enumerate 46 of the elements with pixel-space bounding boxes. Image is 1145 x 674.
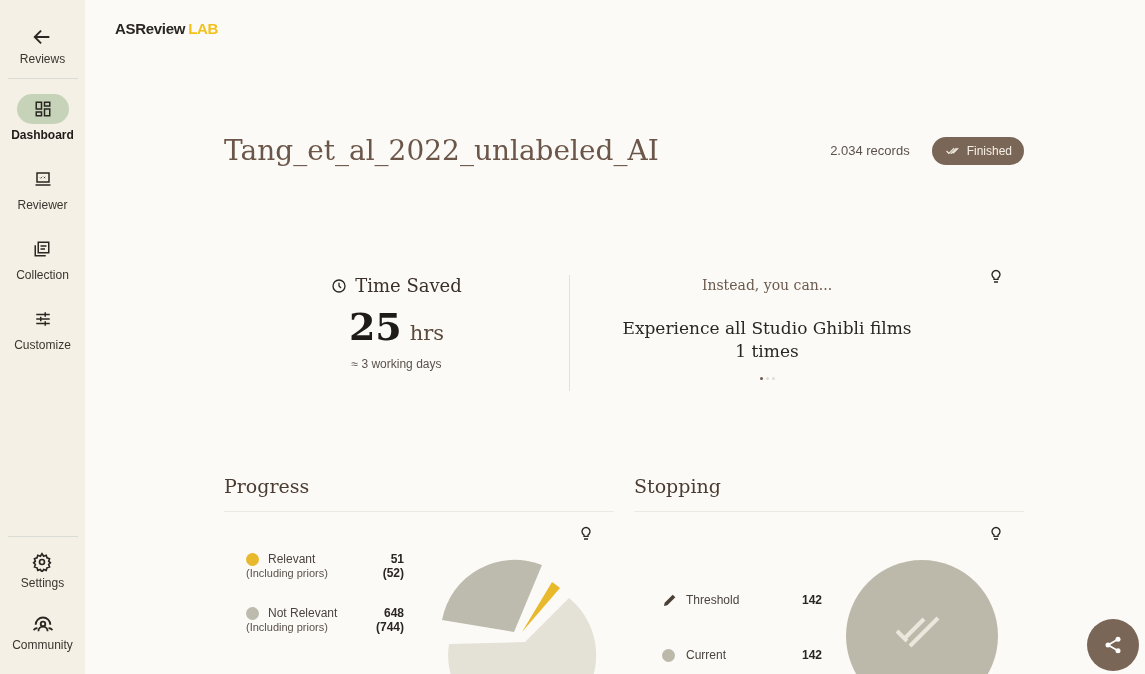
progress-title: Progress: [224, 475, 311, 497]
suggestion-text: Experience all Studio Ghibli films 1 times: [621, 317, 913, 363]
legend-dot: [662, 648, 675, 662]
stopping-title: Stopping: [634, 475, 722, 497]
hours-unit: hrs: [409, 321, 445, 345]
legend-value: 648: [383, 606, 404, 620]
legend-sub-value: (52): [382, 566, 404, 580]
pencil-icon[interactable]: [662, 592, 678, 608]
lightbulb-icon[interactable]: [988, 267, 1004, 285]
carousel-dot[interactable]: [765, 376, 769, 380]
lightbulb-icon[interactable]: [578, 524, 594, 542]
carousel-dot[interactable]: [771, 376, 775, 380]
nav-item[interactable]: Customize: [14, 304, 71, 352]
stopping-label: Threshold: [686, 593, 741, 607]
legend-label: Not Relevant: [268, 606, 339, 620]
laptop-icon: [33, 170, 52, 188]
nav-item[interactable]: Collection: [16, 234, 69, 282]
project-title: Tang_et_al_2022_unlabeled_AI: [224, 134, 660, 167]
nav-item[interactable]: Community: [12, 612, 73, 652]
nav-item[interactable]: Reviewer: [16, 164, 69, 212]
sliders-icon: [33, 310, 52, 328]
legend-value: 51: [390, 552, 404, 566]
suggestion-heading: Instead, you can...: [701, 277, 833, 293]
carousel-dot[interactable]: [759, 376, 763, 380]
legend-note: (Including priors): [246, 621, 329, 633]
stopping-value: 142: [801, 648, 822, 662]
share-icon: [1103, 635, 1123, 655]
stopping-value: 142: [801, 593, 822, 607]
settings-icon: [32, 552, 53, 572]
hours-value: 25: [348, 304, 402, 349]
record-count: 2.034 records: [830, 143, 910, 158]
dashboard-icon: [33, 100, 52, 118]
working-days-note: ≈ 3 working days: [351, 357, 442, 371]
share-button[interactable]: [1087, 619, 1139, 671]
stopping-label: Current: [686, 648, 727, 662]
reviews-nav-item[interactable]: Reviews: [19, 26, 66, 66]
legend-sub-value: (744): [376, 620, 404, 634]
logo: ASReview LAB: [115, 20, 219, 37]
lightbulb-icon[interactable]: [988, 524, 1004, 542]
nav-item[interactable]: Settings: [20, 552, 65, 590]
time-saved-title: Time Saved: [331, 275, 462, 296]
legend-note: (Including priors): [246, 567, 329, 579]
legend-label: Relevant: [268, 552, 317, 566]
clock-icon: [331, 277, 348, 294]
library-icon: [33, 240, 52, 258]
status-chip: Finished: [931, 136, 1024, 165]
